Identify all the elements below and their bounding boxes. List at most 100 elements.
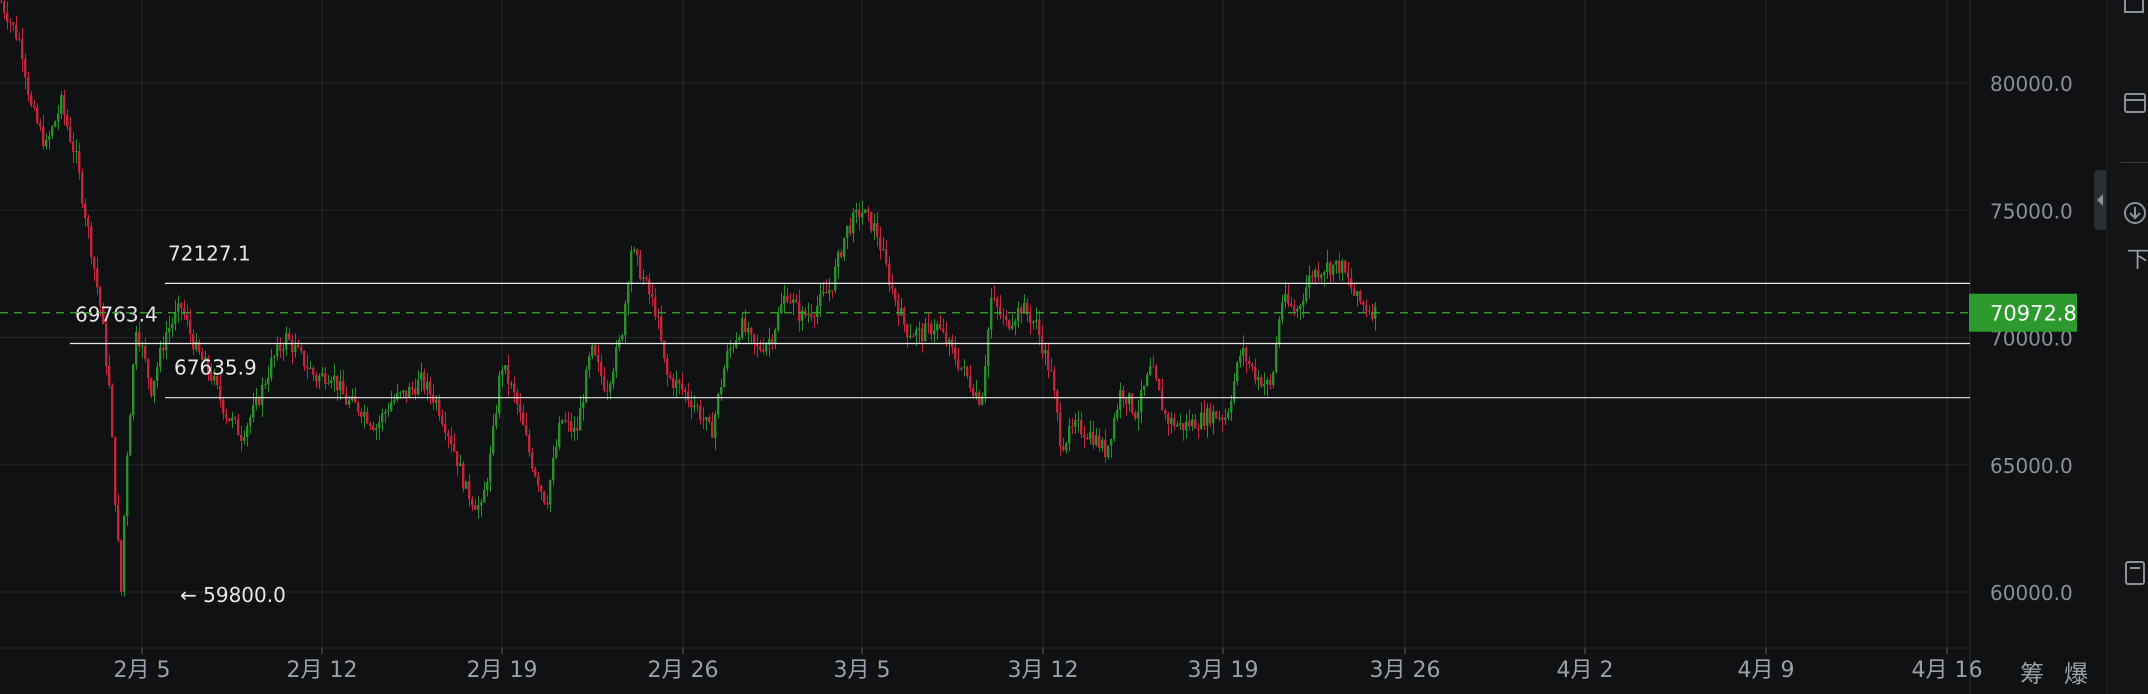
candle-body: [1014, 321, 1017, 326]
candle-body: [30, 94, 33, 106]
candle-body: [1326, 262, 1329, 273]
candle-body: [456, 451, 459, 467]
candle-body: [9, 22, 12, 24]
candle-body: [1206, 408, 1209, 426]
candle-body: [249, 417, 252, 426]
candle-body: [1092, 431, 1095, 446]
candle-body: [1221, 417, 1224, 420]
candle-body: [1146, 374, 1149, 386]
candle-body: [174, 312, 177, 324]
candle-body: [1314, 270, 1317, 278]
candle-body: [1029, 314, 1032, 324]
candle-body: [1344, 260, 1347, 273]
chart-root[interactable]: 80000.0 75000.0 70000.0 65000.0 60000.0 2月 52…: [0, 0, 2148, 694]
candle-body: [498, 375, 501, 414]
candle-body: [1209, 408, 1212, 424]
calculator-icon[interactable]: [2121, 560, 2148, 586]
candle-body: [72, 141, 75, 153]
candle-body: [180, 303, 183, 309]
candle-body: [405, 390, 408, 398]
candle-body: [1293, 306, 1296, 312]
candle-body: [846, 225, 849, 238]
candle-body: [0, 1, 3, 3]
candle-body: [540, 485, 543, 492]
candle-body: [66, 114, 69, 127]
candle-body: [693, 405, 696, 408]
candle-body: [1134, 412, 1137, 419]
candle-body: [21, 39, 24, 60]
candle-body: [1137, 411, 1140, 419]
candle-body: [696, 405, 699, 407]
candle-body: [978, 392, 981, 405]
candle-body: [954, 347, 957, 360]
candle-body: [126, 455, 129, 516]
candle-body: [1329, 262, 1332, 275]
candle-body: [1242, 347, 1245, 356]
candle-body: [1149, 366, 1152, 375]
settings-icon[interactable]: [2121, 0, 2148, 20]
candle-body: [279, 344, 282, 351]
candle-body: [885, 249, 888, 264]
candle-body: [819, 293, 822, 306]
candle-body: [309, 368, 312, 370]
candle-body: [918, 328, 921, 331]
candle-body: [945, 331, 948, 344]
candle-body: [1161, 390, 1164, 411]
liquidation-button[interactable]: 爆: [2064, 654, 2088, 688]
level-label-low: 67635.9: [174, 356, 257, 380]
candle-body: [555, 446, 558, 458]
candle-body: [1113, 417, 1116, 440]
candle-body: [336, 375, 339, 391]
candle-body: [837, 252, 840, 267]
candle-body: [747, 327, 750, 332]
candle-body: [480, 502, 483, 506]
candle-body: [1062, 446, 1065, 451]
y-tick-label: 75000.0: [1990, 199, 2073, 223]
chips-distribution-button[interactable]: 筹: [2020, 654, 2044, 688]
candle-body: [1152, 366, 1155, 368]
candle-body: [1254, 366, 1257, 381]
candle-body: [186, 314, 189, 320]
candle-body: [966, 366, 969, 376]
candle-body: [1260, 376, 1263, 387]
candle-body: [813, 316, 816, 318]
candle-body: [318, 375, 321, 382]
calendar-icon[interactable]: [2121, 90, 2148, 116]
x-tick-label: 3月 26: [1370, 658, 1441, 683]
candle-body: [510, 383, 513, 385]
candle-body: [1173, 417, 1176, 427]
candle-body: [858, 209, 861, 218]
candle-body: [723, 368, 726, 388]
candle-body: [189, 319, 192, 334]
candle-body: [906, 324, 909, 338]
candle-body: [1218, 417, 1221, 419]
candle-body: [816, 305, 819, 317]
candle-body: [42, 126, 45, 147]
candle-body: [1170, 417, 1173, 425]
candlestick-chart[interactable]: 80000.075000.070000.065000.060000.02月 52…: [0, 0, 2148, 694]
candle-body: [267, 377, 270, 385]
candle-body: [1365, 304, 1368, 311]
x-tick-label: 4月 16: [1912, 658, 1983, 683]
candle-body: [1071, 426, 1074, 428]
download-icon[interactable]: [2121, 200, 2148, 226]
candle-body: [495, 413, 498, 426]
candle-body: [720, 387, 723, 395]
candle-body: [6, 12, 9, 23]
candle-body: [1065, 443, 1068, 451]
candle-body: [69, 126, 72, 142]
candle-body: [3, 1, 6, 13]
candle-body: [528, 435, 531, 453]
x-tick-label: 3月 12: [1008, 658, 1079, 683]
candle-body: [1182, 423, 1185, 431]
candle-body: [168, 328, 171, 333]
candle-body: [1080, 419, 1083, 435]
candle-body: [687, 391, 690, 401]
candle-body: [234, 417, 237, 419]
candle-body: [252, 404, 255, 418]
candle-body: [420, 372, 423, 380]
candle-body: [765, 344, 768, 352]
candle-body: [1107, 445, 1110, 458]
candle-body: [45, 139, 48, 147]
candle-body: [942, 328, 945, 332]
